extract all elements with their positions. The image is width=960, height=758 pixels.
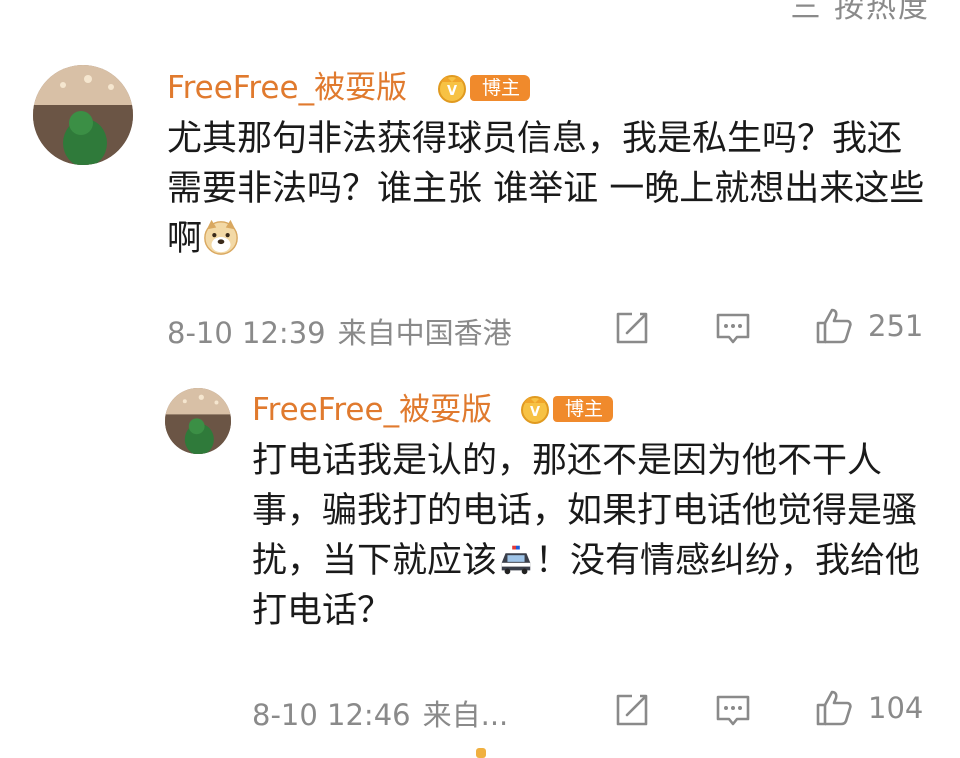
thumbs-up-icon: [816, 308, 852, 344]
comment-meta: 8-10 12:39 来自中国香港: [167, 310, 512, 352]
police-car-emoji: [497, 540, 535, 578]
share-icon: [616, 312, 648, 344]
cropped-indicator: [476, 748, 486, 758]
share-button[interactable]: [612, 690, 652, 730]
blogger-badge: V 博主: [432, 72, 531, 104]
comment-icon: [716, 695, 750, 726]
like-count: 251: [868, 309, 924, 343]
comment-icon: [716, 313, 750, 344]
badge-label: 博主: [470, 75, 531, 101]
timestamp: 8-10 12:39: [167, 316, 326, 350]
comment-text: 尤其那句非法获得球员信息，我是私生吗？我还需要非法吗？谁主张 谁举证 一晚上就想…: [167, 114, 927, 264]
like-button[interactable]: 104: [814, 688, 923, 728]
blogger-badge: V 博主: [515, 393, 614, 425]
like-count: 104: [868, 691, 924, 725]
avatar-image: [33, 65, 133, 165]
share-button[interactable]: [612, 308, 652, 348]
reply-button[interactable]: [713, 690, 753, 730]
badge-label: 博主: [553, 396, 614, 422]
svg-text:V: V: [530, 405, 540, 420]
doge-emoji: [202, 218, 240, 256]
comment-body: 尤其那句非法获得球员信息，我是私生吗？我还需要非法吗？谁主张 谁举证 一晚上就想…: [167, 119, 925, 259]
avatar[interactable]: [33, 65, 133, 165]
avatar-image: [165, 388, 231, 454]
username[interactable]: FreeFree_被耍版: [167, 68, 407, 108]
timestamp: 8-10 12:46: [252, 698, 411, 732]
reply-avatar[interactable]: [165, 388, 231, 454]
share-icon: [616, 694, 648, 726]
reply-meta: 8-10 12:46 来自...: [252, 692, 508, 734]
doge-emoji-image: [204, 219, 238, 255]
svg-text:V: V: [447, 84, 457, 99]
like-button[interactable]: 251: [814, 306, 923, 346]
comment-thread: 三 按热度 FreeFree_被耍版 V 博主 尤其那句非法获得球员信息，我是私…: [0, 0, 960, 758]
location: 来自...: [422, 698, 509, 732]
location: 来自中国香港: [337, 316, 512, 350]
thumbs-up-icon: [816, 690, 852, 726]
reply-text: 打电话我是认的，那还不是因为他不干人事，骗我打的电话，如果打电话他觉得是骚扰，当…: [252, 436, 932, 636]
police-car-emoji-image: [501, 545, 531, 575]
reply-username[interactable]: FreeFree_被耍版: [252, 390, 492, 430]
reply-button[interactable]: [713, 308, 753, 348]
sort-by-heat-toggle[interactable]: 三 按热度: [790, 0, 930, 26]
